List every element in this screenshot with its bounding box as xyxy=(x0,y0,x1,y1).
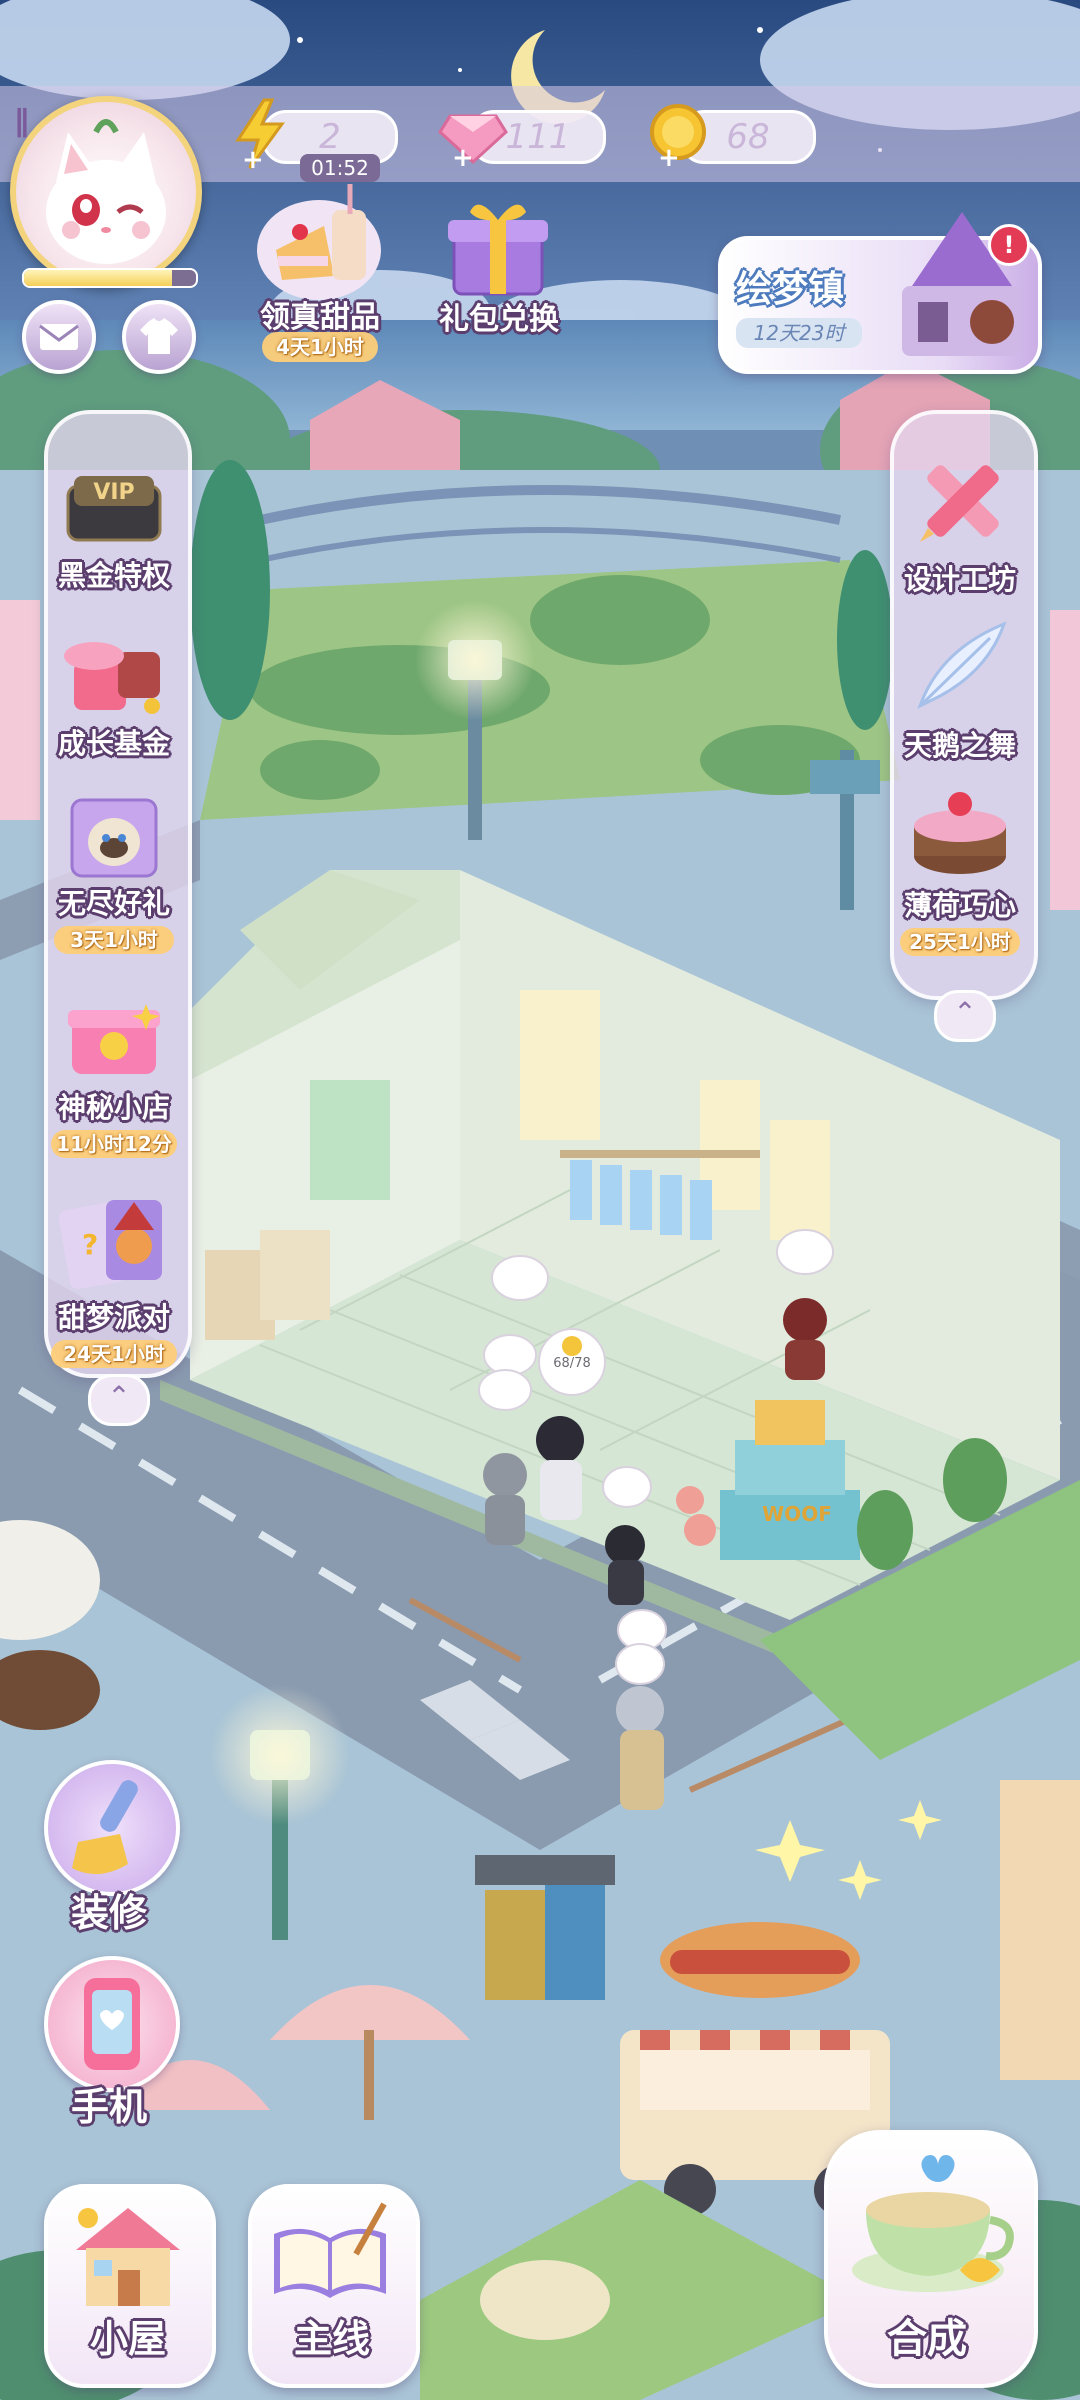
swan-dance-label: 天鹅之舞 xyxy=(903,729,1016,762)
endless-gifts-label: 无尽好礼 xyxy=(57,887,170,920)
design-workshop-label: 设计工坊 xyxy=(903,563,1016,596)
growth-fund[interactable]: 成长基金 xyxy=(46,632,182,762)
mainline-label: 主线 xyxy=(293,2317,370,2361)
gift-label: 礼包兑换 xyxy=(439,302,559,337)
gift-box-icon xyxy=(448,204,548,296)
progress-text: 68/78 xyxy=(553,1356,591,1371)
svg-text:+: + xyxy=(452,143,474,170)
cake-icon xyxy=(257,184,381,300)
wardrobe-button[interactable] xyxy=(122,300,196,374)
pencil-ruler-icon xyxy=(920,465,999,542)
tshirt-icon xyxy=(140,318,178,354)
mainline-button[interactable]: 主线 xyxy=(248,2184,420,2388)
dessert-label: 领真甜品 xyxy=(260,300,380,335)
phone-button[interactable]: 手机 xyxy=(34,1956,184,2136)
decorate-label: 装修 xyxy=(70,1891,147,1935)
mystery-box-icon xyxy=(68,1004,160,1074)
mystery-shop-label: 神秘小店 xyxy=(57,1091,170,1124)
smartphone-icon xyxy=(84,1978,140,2070)
decorate-bg xyxy=(44,1760,180,1896)
envelope-icon xyxy=(39,324,79,350)
pause-icon[interactable]: ∥ xyxy=(14,104,54,144)
brush-icon xyxy=(72,1780,138,1875)
decorate-button[interactable]: 装修 xyxy=(34,1760,184,1940)
mint-chocolate[interactable]: 薄荷巧心 25天1小时 xyxy=(892,780,1028,956)
town-name: 绘梦镇 xyxy=(736,269,845,310)
sweet-dream-party-label: 甜梦派对 xyxy=(57,1301,170,1334)
left-activity-list: VIP 黑金特权 成长基金 无尽好礼 3天1小时 神秘小店 11小时12分 ? … xyxy=(46,410,186,1370)
mystery-shop-timer: 11小时12分 xyxy=(51,1130,177,1158)
mystery-shop[interactable]: 神秘小店 11小时12分 xyxy=(46,994,182,1158)
diamond-icon: + xyxy=(436,100,510,173)
cottage-icon xyxy=(76,2208,180,2306)
right-panel-collapse-chevron[interactable]: ⌃ xyxy=(934,990,996,1042)
svg-text:?: ? xyxy=(82,1228,98,1261)
vip-text: VIP xyxy=(93,480,134,505)
siamese-cat-gift-icon xyxy=(70,798,158,878)
town-event-card[interactable]: 绘梦镇 12天23时 ! xyxy=(718,212,1042,374)
gift-exchange[interactable]: 礼包兑换 xyxy=(424,190,574,340)
endless-gifts-timer: 3天1小时 xyxy=(54,926,174,954)
alert-badge: ! xyxy=(988,224,1030,266)
phone-bg xyxy=(44,1956,180,2092)
swan-dance[interactable]: 天鹅之舞 xyxy=(892,610,1028,764)
avatar-level-bar xyxy=(22,268,198,288)
house-button[interactable]: 小屋 xyxy=(44,2184,216,2388)
mail-button[interactable] xyxy=(22,300,96,374)
svg-text:+: + xyxy=(658,143,680,170)
endless-gifts[interactable]: 无尽好礼 3天1小时 xyxy=(46,782,182,954)
mint-chocolate-label: 薄荷巧心 xyxy=(903,889,1016,922)
gift-pile-icon xyxy=(64,642,160,714)
right-activity-list: 设计工坊 天鹅之舞 薄荷巧心 25天1小时 xyxy=(892,410,1032,992)
feather-icon xyxy=(917,621,1007,710)
merge-button[interactable]: 合成 xyxy=(824,2130,1038,2388)
left-panel-collapse-chevron[interactable]: ⌃ xyxy=(88,1374,150,1426)
sweet-dream-party-timer: 24天1小时 xyxy=(51,1340,177,1368)
chocolate-cake-icon xyxy=(914,792,1006,874)
vip-privilege-label: 黑金特权 xyxy=(57,559,170,592)
merge-label: 合成 xyxy=(887,2316,967,2362)
mint-chocolate-timer: 25天1小时 xyxy=(900,928,1020,956)
coin-icon: + xyxy=(644,98,714,173)
phone-label: 手机 xyxy=(70,2085,147,2129)
house-label: 小屋 xyxy=(89,2317,166,2361)
dessert-event[interactable]: 领真甜品 4天1小时 xyxy=(240,180,400,370)
dessert-timer: 4天1小时 xyxy=(262,332,378,362)
sweet-dream-party[interactable]: ? 甜梦派对 24天1小时 xyxy=(46,1192,182,1368)
cake-sign: WOOF xyxy=(762,1502,832,1526)
energy-timer: 01:52 xyxy=(300,154,380,182)
vip-privilege[interactable]: VIP 黑金特权 xyxy=(46,466,182,594)
vip-card-icon: VIP xyxy=(66,476,162,542)
svg-text:+: + xyxy=(242,145,264,172)
coin-mini-icon xyxy=(562,1336,582,1356)
town-timer: 12天23时 xyxy=(736,318,862,348)
progress-bubble[interactable]: 68/78 xyxy=(538,1328,606,1396)
growth-fund-label: 成长基金 xyxy=(57,727,170,760)
storybook-icon xyxy=(274,2202,387,2298)
lightning-icon: + xyxy=(228,96,292,175)
party-cards-icon: ? xyxy=(58,1200,162,1289)
teacup-icon xyxy=(852,2155,1014,2292)
design-workshop[interactable]: 设计工坊 xyxy=(892,450,1028,598)
